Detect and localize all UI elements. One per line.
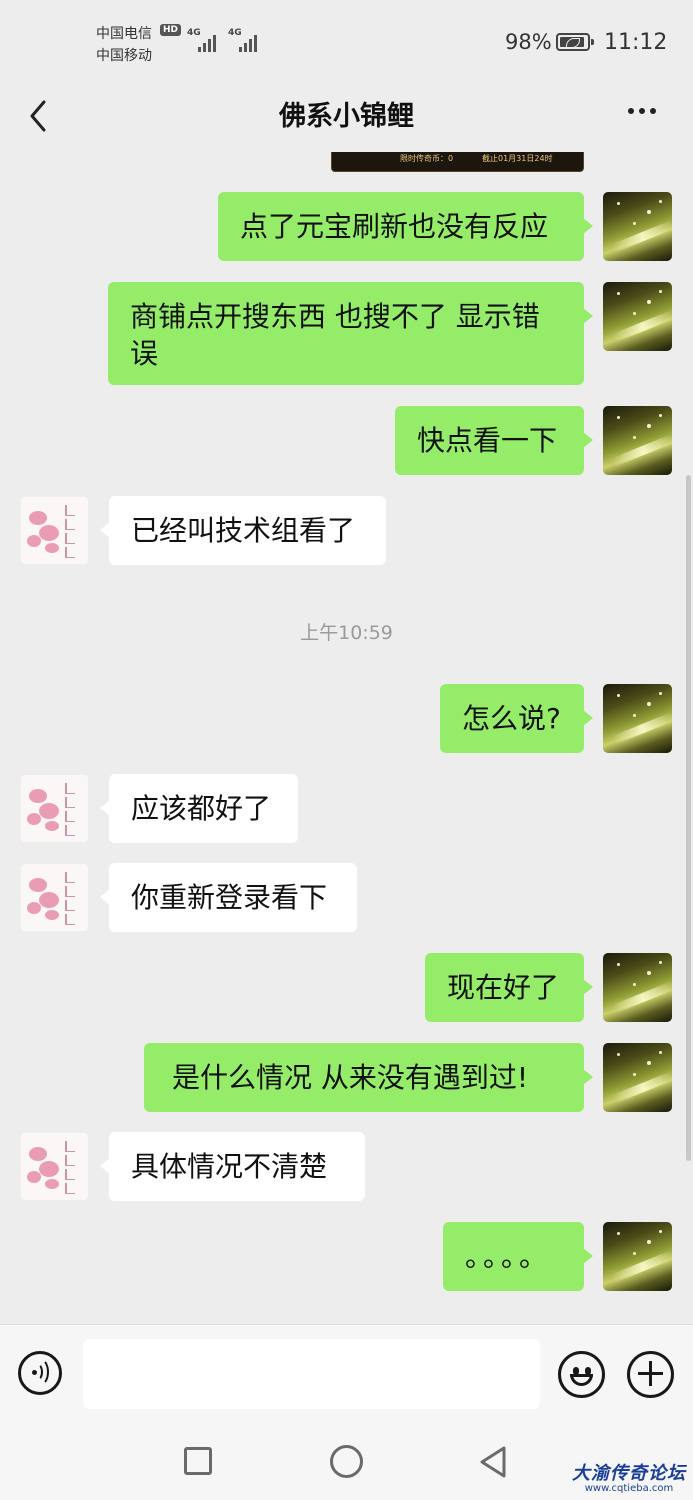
my-avatar[interactable]	[603, 406, 672, 475]
contact-avatar[interactable]	[20, 1132, 89, 1201]
my-avatar[interactable]	[603, 1222, 672, 1291]
my-message-bubble[interactable]: 。。。。	[443, 1222, 593, 1291]
contact-avatar[interactable]	[20, 774, 89, 843]
contact-message-bubble[interactable]: 应该都好了	[100, 774, 298, 843]
message-timestamp: 上午10:59	[300, 622, 393, 644]
battery-icon	[556, 33, 594, 51]
plus-icon[interactable]	[627, 1351, 674, 1398]
chat-header: 佛系小锦鲤	[0, 86, 693, 152]
chat-scrollbar[interactable]	[686, 475, 691, 1161]
watermark-title: 大渝传奇论坛	[572, 1463, 686, 1484]
chat-message-list[interactable]: 限时传奇币：0 截止01月31日24时 点了元宝刷新也没有反应 商铺点开搜东西 …	[0, 152, 693, 1324]
contact-avatar[interactable]	[20, 496, 89, 565]
status-bar: 中国电信 中国移动 HD 4G 4G 98% 11:12	[0, 0, 693, 86]
contact-message-bubble[interactable]: 具体情况不清楚	[100, 1132, 365, 1201]
hd-badge: HD	[160, 24, 182, 36]
my-message-bubble[interactable]: 现在好了	[425, 953, 593, 1022]
my-message-bubble[interactable]: 商铺点开搜东西 也搜不了 显示错误	[108, 282, 593, 385]
my-message-bubble[interactable]: 怎么说?	[440, 684, 593, 753]
more-dots-icon[interactable]	[620, 96, 664, 126]
emoji-icon[interactable]	[558, 1351, 605, 1398]
watermark-url: www.cqtieba.com	[584, 1483, 674, 1494]
forum-watermark: 大渝传奇论坛 www.cqtieba.com	[569, 1459, 689, 1494]
my-message-bubble[interactable]: 点了元宝刷新也没有反应	[218, 192, 593, 261]
battery-percent: 98%	[505, 30, 552, 54]
carrier-2-label: 中国移动	[96, 48, 152, 64]
contact-message-bubble[interactable]: 已经叫技术组看了	[100, 496, 386, 565]
my-avatar[interactable]	[603, 684, 672, 753]
square-icon[interactable]	[184, 1447, 212, 1475]
image-text-right: 截止01月31日24时	[482, 154, 553, 163]
voice-icon[interactable]	[18, 1351, 62, 1395]
triangle-back-icon[interactable]	[478, 1445, 508, 1479]
chat-title: 佛系小锦鲤	[279, 101, 414, 132]
message-input[interactable]	[83, 1339, 540, 1409]
clock: 11:12	[604, 30, 668, 55]
my-avatar[interactable]	[603, 1043, 672, 1112]
message-input-bar	[0, 1324, 693, 1428]
circle-icon[interactable]	[330, 1445, 363, 1478]
my-avatar[interactable]	[603, 953, 672, 1022]
game-screenshot-image[interactable]: 限时传奇币：0 截止01月31日24时	[331, 152, 584, 172]
my-avatar[interactable]	[603, 192, 672, 261]
contact-avatar[interactable]	[20, 863, 89, 932]
my-avatar[interactable]	[603, 282, 672, 351]
my-message-bubble[interactable]: 快点看一下	[395, 406, 593, 475]
contact-message-bubble[interactable]: 你重新登录看下	[100, 863, 357, 932]
image-text-left: 限时传奇币：0	[400, 154, 454, 163]
my-message-bubble[interactable]: 是什么情况 从来没有遇到过!	[144, 1043, 593, 1112]
carrier-1-label: 中国电信	[96, 26, 152, 42]
